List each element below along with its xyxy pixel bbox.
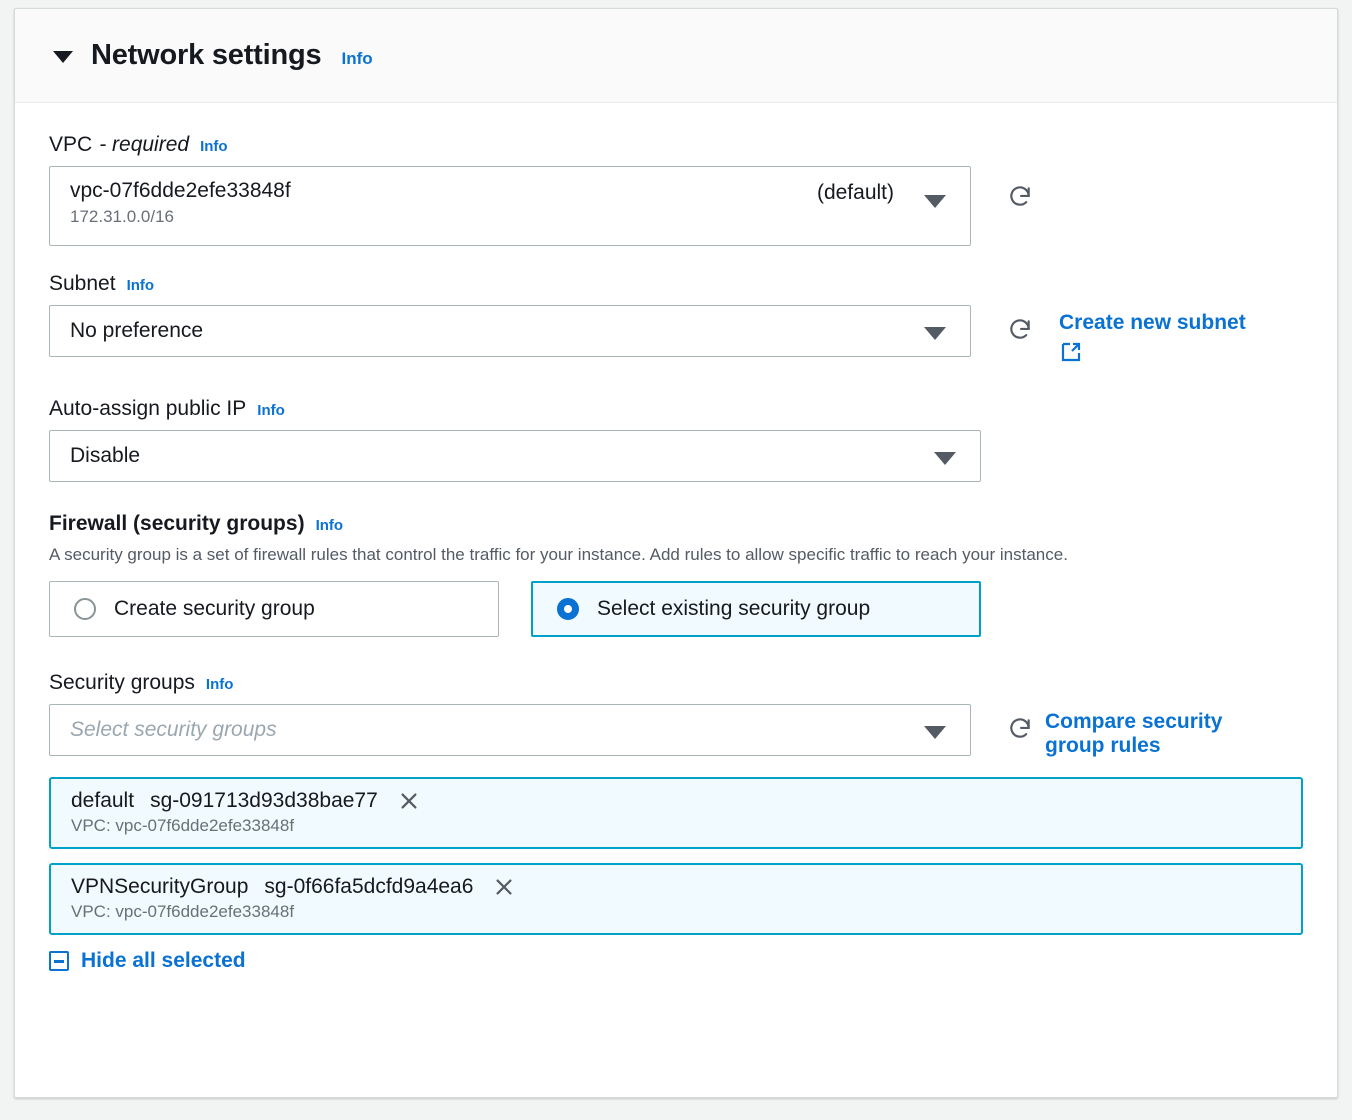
security-groups-label: Security groups Info [49, 671, 1303, 695]
security-groups-row: Select security groups Compare security … [49, 703, 1303, 759]
vpc-info-link[interactable]: Info [200, 138, 228, 155]
subnet-info-link[interactable]: Info [127, 277, 155, 294]
create-new-subnet-wrapper: Create new subnet [1059, 311, 1246, 369]
compare-security-group-rules-link[interactable]: Compare security [1045, 710, 1222, 735]
chevron-down-icon[interactable] [924, 327, 946, 340]
radio-icon-unselected[interactable] [74, 597, 96, 620]
chevron-down-icon[interactable] [924, 725, 946, 739]
firewall-options: Create security group Select existing se… [49, 580, 1303, 637]
close-icon[interactable] [398, 790, 420, 812]
panel-header[interactable]: Network settings Info [15, 9, 1337, 103]
compare-rules-wrapper: Compare security group rules [1045, 710, 1222, 759]
security-group-name: default [71, 788, 135, 812]
panel-body: VPC - required Info vpc-07f6dde2efe33848… [15, 103, 1337, 973]
security-group-vpc: VPC: vpc-07f6dde2efe33848f [71, 815, 295, 835]
security-groups-info-link[interactable]: Info [206, 676, 234, 693]
chevron-down-icon[interactable] [934, 451, 956, 465]
security-group-name: VPNSecurityGroup [71, 874, 249, 898]
security-groups-placeholder: Select security groups [70, 717, 277, 741]
subnet-select[interactable]: No preference [49, 305, 971, 357]
security-group-vpc: VPC: vpc-07f6dde2efe33848f [71, 901, 295, 921]
auto-assign-ip-select[interactable]: Disable [49, 429, 981, 482]
selected-security-groups: default sg-091713d93d38bae77 VPC: vpc-07… [49, 776, 1303, 973]
vpc-required-text: - required [99, 133, 190, 156]
radio-tile-create-security-group[interactable]: Create security group [49, 580, 499, 637]
auto-assign-ip-label: Auto-assign public IP Info [49, 397, 1303, 421]
network-settings-panel: Network settings Info VPC - required Inf… [14, 8, 1338, 1098]
security-group-token[interactable]: default sg-091713d93d38bae77 VPC: vpc-07… [49, 776, 1303, 849]
vpc-row: vpc-07f6dde2efe33848f 172.31.0.0/16 (def… [49, 166, 1303, 246]
subnet-selected-value: No preference [70, 319, 204, 342]
security-groups-refresh-icon[interactable] [1007, 716, 1033, 742]
minus-square-icon [49, 950, 69, 971]
security-group-id: sg-0f66fa5dcfd9a4ea6 [264, 874, 474, 898]
radio-tile-select-existing-label: Select existing security group [597, 596, 871, 620]
firewall-info-link[interactable]: Info [316, 517, 344, 534]
hide-all-selected-label: Hide all selected [81, 948, 246, 972]
radio-icon-selected[interactable] [557, 597, 579, 620]
vpc-cidr: 172.31.0.0/16 [70, 207, 174, 226]
page-title: Network settings [91, 39, 322, 71]
firewall-label: Firewall (security groups) Info [49, 512, 1303, 536]
vpc-label-text: VPC [49, 133, 93, 156]
security-group-id: sg-091713d93d38bae77 [150, 788, 378, 812]
compare-security-group-rules-link-line2[interactable]: group rules [1045, 734, 1222, 759]
vpc-default-tag: (default) [816, 181, 894, 204]
security-groups-input[interactable]: Select security groups [49, 703, 971, 756]
external-link-icon[interactable] [1059, 340, 1246, 369]
hide-all-selected-link[interactable]: Hide all selected [49, 949, 1303, 973]
security-group-token[interactable]: VPNSecurityGroup sg-0f66fa5dcfd9a4ea6 VP… [49, 862, 1303, 935]
create-new-subnet-link[interactable]: Create new subnet [1059, 311, 1246, 336]
subnet-label: Subnet Info [49, 272, 1303, 296]
firewall-description: A security group is a set of firewall ru… [49, 544, 1068, 564]
subnet-label-text: Subnet [49, 272, 116, 295]
security-group-token-main: default sg-091713d93d38bae77 [71, 789, 1283, 813]
subnet-refresh-icon[interactable] [1007, 317, 1033, 343]
subnet-row: No preference Create new subnet [49, 305, 1303, 369]
vpc-label: VPC - required Info [49, 133, 1303, 157]
firewall-label-text: Firewall (security groups) [49, 511, 305, 535]
security-group-token-main: VPNSecurityGroup sg-0f66fa5dcfd9a4ea6 [71, 875, 1283, 899]
panel-info-link[interactable]: Info [341, 49, 372, 69]
security-groups-label-text: Security groups [49, 670, 195, 694]
chevron-down-icon[interactable] [924, 195, 946, 208]
radio-tile-select-existing-security-group[interactable]: Select existing security group [531, 580, 981, 637]
radio-tile-create-label: Create security group [114, 596, 315, 620]
close-icon[interactable] [493, 876, 515, 898]
auto-assign-ip-label-text: Auto-assign public IP [49, 396, 247, 420]
vpc-refresh-icon[interactable] [1007, 184, 1033, 210]
caret-down-icon[interactable] [53, 51, 73, 63]
auto-assign-ip-info-link[interactable]: Info [257, 402, 285, 419]
auto-assign-ip-value: Disable [70, 443, 141, 467]
vpc-select[interactable]: vpc-07f6dde2efe33848f 172.31.0.0/16 (def… [49, 166, 971, 246]
